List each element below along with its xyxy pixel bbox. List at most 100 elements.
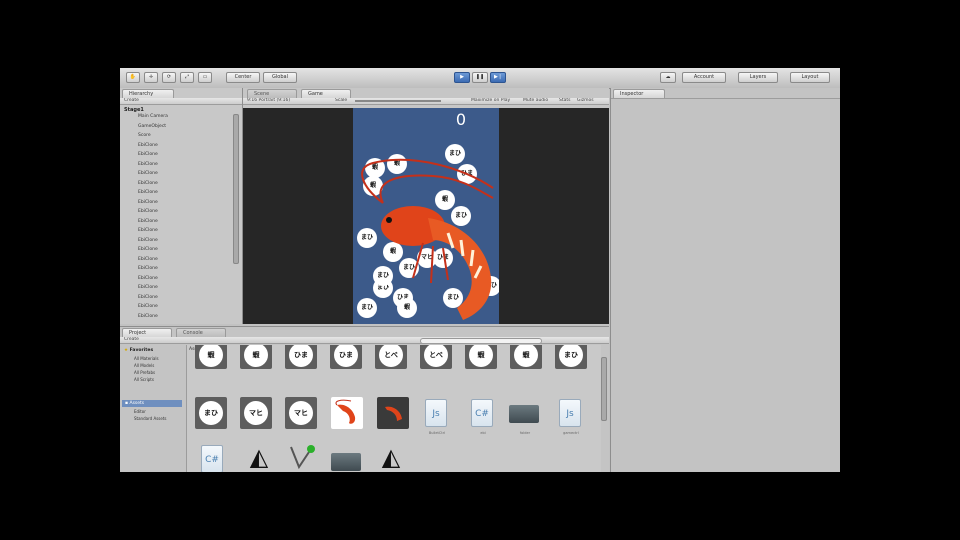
- asset-sprite-tile[interactable]: 蝦: [465, 345, 497, 369]
- project-create-button[interactable]: Create: [124, 337, 139, 342]
- asset-sprite-tile[interactable]: とべ: [420, 345, 452, 369]
- account-dropdown[interactable]: Account: [682, 72, 726, 83]
- asset-sprite-tile[interactable]: とべ: [375, 345, 407, 369]
- hierarchy-item[interactable]: EbiClone: [138, 238, 158, 244]
- tab-scene[interactable]: Scene: [247, 89, 297, 98]
- unity-scene-icon[interactable]: ◭: [243, 441, 275, 472]
- asset-sprite-tile[interactable]: マヒ: [285, 397, 317, 429]
- game-viewport[interactable]: 0 まひ蝦蝦まひまひ蝦ひま蝦蝦ひままひひまマヒまひまひまひ蝦まひ蝦まひ: [243, 108, 609, 324]
- scale-tool-button[interactable]: ⤢: [180, 72, 194, 83]
- asset-grid-scrollbar[interactable]: [601, 357, 607, 421]
- step-icon: ▶❘: [493, 74, 503, 80]
- rotate-tool-button[interactable]: ⟳: [162, 72, 176, 83]
- asset-sprite-label: マヒ: [289, 401, 313, 425]
- layers-dropdown[interactable]: Layers: [738, 72, 778, 83]
- hierarchy-item[interactable]: EbiClone: [138, 181, 158, 187]
- asset-sprite-tile[interactable]: ひま: [285, 345, 317, 369]
- play-icon: ▶: [460, 74, 464, 80]
- pause-button[interactable]: ❚❚: [472, 72, 488, 83]
- asset-shrimp-sprite-dark[interactable]: [377, 397, 409, 429]
- tab-project[interactable]: Project: [122, 328, 172, 337]
- asset-sprite-tile[interactable]: 蝦: [195, 345, 227, 369]
- script-csharp[interactable]: C#: [201, 445, 223, 472]
- asset-sprite-tile[interactable]: まひ: [195, 397, 227, 429]
- asset-folder-item[interactable]: Editor: [134, 409, 146, 414]
- space-toggle[interactable]: Global: [263, 72, 297, 83]
- hand-tool-button[interactable]: ✋: [126, 72, 140, 83]
- js-icon: Js: [566, 409, 574, 419]
- move-tool-button[interactable]: ✛: [144, 72, 158, 83]
- scene-name[interactable]: Stage1: [124, 107, 144, 113]
- asset-sprite-tile[interactable]: マヒ: [240, 397, 272, 429]
- hierarchy-item[interactable]: EbiClone: [138, 162, 158, 168]
- hierarchy-item[interactable]: EbiClone: [138, 190, 158, 196]
- stats-toggle[interactable]: Stats: [559, 98, 571, 104]
- tab-hierarchy[interactable]: Hierarchy: [122, 89, 174, 98]
- aspect-dropdown[interactable]: 9:16 Portrait (9:16): [247, 98, 290, 104]
- asset-sprite-label: とべ: [379, 345, 403, 367]
- hierarchy-item[interactable]: EbiClone: [138, 295, 158, 301]
- hierarchy-item[interactable]: EbiClone: [138, 171, 158, 177]
- hierarchy-item[interactable]: EbiClone: [138, 247, 158, 253]
- hierarchy-item[interactable]: EbiClone: [138, 276, 158, 282]
- folder-thumb[interactable]: [509, 405, 539, 423]
- favorite-item[interactable]: All Prefabs: [134, 370, 155, 375]
- asset-folder-item[interactable]: Standard Assets: [134, 416, 167, 421]
- script-gamectrl[interactable]: Js: [559, 399, 581, 427]
- project-search-input[interactable]: [420, 338, 542, 343]
- favorite-item[interactable]: All Scripts: [134, 377, 154, 382]
- rotate-icon: ⟳: [166, 74, 172, 80]
- mute-audio-toggle[interactable]: Mute audio: [523, 98, 548, 104]
- hierarchy-item[interactable]: EbiClone: [138, 200, 158, 206]
- game-screen[interactable]: 0 まひ蝦蝦まひまひ蝦ひま蝦蝦ひままひひまマヒまひまひまひ蝦まひ蝦まひ: [353, 108, 499, 324]
- game-view-toolbar: 9:16 Portrait (9:16) Scale Maximize on P…: [243, 98, 609, 105]
- play-button[interactable]: ▶: [454, 72, 470, 83]
- hierarchy-item[interactable]: Score: [138, 133, 151, 139]
- hierarchy-scrollbar[interactable]: [233, 114, 239, 264]
- hierarchy-item[interactable]: EbiClone: [138, 266, 158, 272]
- asset-sprite-tile[interactable]: 蝦: [240, 345, 272, 369]
- favorite-item[interactable]: All Models: [134, 363, 154, 368]
- hierarchy-item[interactable]: EbiClone: [138, 228, 158, 234]
- hierarchy-item[interactable]: EbiClone: [138, 285, 158, 291]
- script-bulletctrl[interactable]: Js: [425, 399, 447, 427]
- pivot-toggle[interactable]: Center: [226, 72, 260, 83]
- hierarchy-item[interactable]: EbiClone: [138, 304, 158, 310]
- assets-label: Assets: [129, 401, 145, 406]
- favorite-item[interactable]: All Materials: [134, 356, 159, 361]
- shrimp-sprite: [361, 158, 494, 320]
- gizmos-dropdown[interactable]: Gizmos: [577, 98, 594, 104]
- inspector-divider: [611, 98, 840, 99]
- tab-console[interactable]: Console: [176, 328, 226, 337]
- step-button[interactable]: ▶❘: [490, 72, 506, 83]
- asset-sprite-label: 蝦: [469, 345, 493, 367]
- animator-icon[interactable]: [287, 443, 317, 471]
- hierarchy-item[interactable]: EbiClone: [138, 143, 158, 149]
- asset-sprite-tile[interactable]: 蝦: [510, 345, 542, 369]
- asset-shrimp-sprite[interactable]: [331, 397, 363, 429]
- scale-slider[interactable]: [355, 100, 441, 102]
- hierarchy-item[interactable]: GameObject: [138, 124, 166, 130]
- unity-scene-icon[interactable]: ◭: [375, 441, 407, 472]
- hierarchy-item[interactable]: Main Camera: [138, 114, 168, 120]
- asset-sprite-tile[interactable]: ひま: [330, 345, 362, 369]
- cloud-button[interactable]: ☁: [660, 72, 676, 83]
- tab-game[interactable]: Game: [301, 89, 351, 98]
- hierarchy-create-button[interactable]: Create: [124, 98, 139, 103]
- folder-thumb[interactable]: [331, 453, 361, 471]
- asset-grid: Assets 蝦蝦ひまひまとべとべ蝦蝦まひ まひマヒマヒ Js C# Js Bu…: [186, 345, 601, 472]
- inspector-panel: Inspector: [610, 88, 840, 472]
- asset-sprite-tile[interactable]: まひ: [555, 345, 587, 369]
- assets-folder-selected[interactable]: ▪ Assets: [122, 400, 182, 407]
- layout-dropdown[interactable]: Layout: [790, 72, 830, 83]
- hierarchy-item[interactable]: EbiClone: [138, 209, 158, 215]
- script-ebi[interactable]: C#: [471, 399, 493, 427]
- maximize-on-play-toggle[interactable]: Maximize on Play: [471, 98, 510, 104]
- favorites-header[interactable]: ★ Favorites: [124, 348, 153, 353]
- hierarchy-item[interactable]: EbiClone: [138, 257, 158, 263]
- tab-inspector[interactable]: Inspector: [613, 89, 665, 98]
- hierarchy-item[interactable]: EbiClone: [138, 219, 158, 225]
- hierarchy-item[interactable]: EbiClone: [138, 314, 158, 320]
- hierarchy-item[interactable]: EbiClone: [138, 152, 158, 158]
- rect-tool-button[interactable]: ▭: [198, 72, 212, 83]
